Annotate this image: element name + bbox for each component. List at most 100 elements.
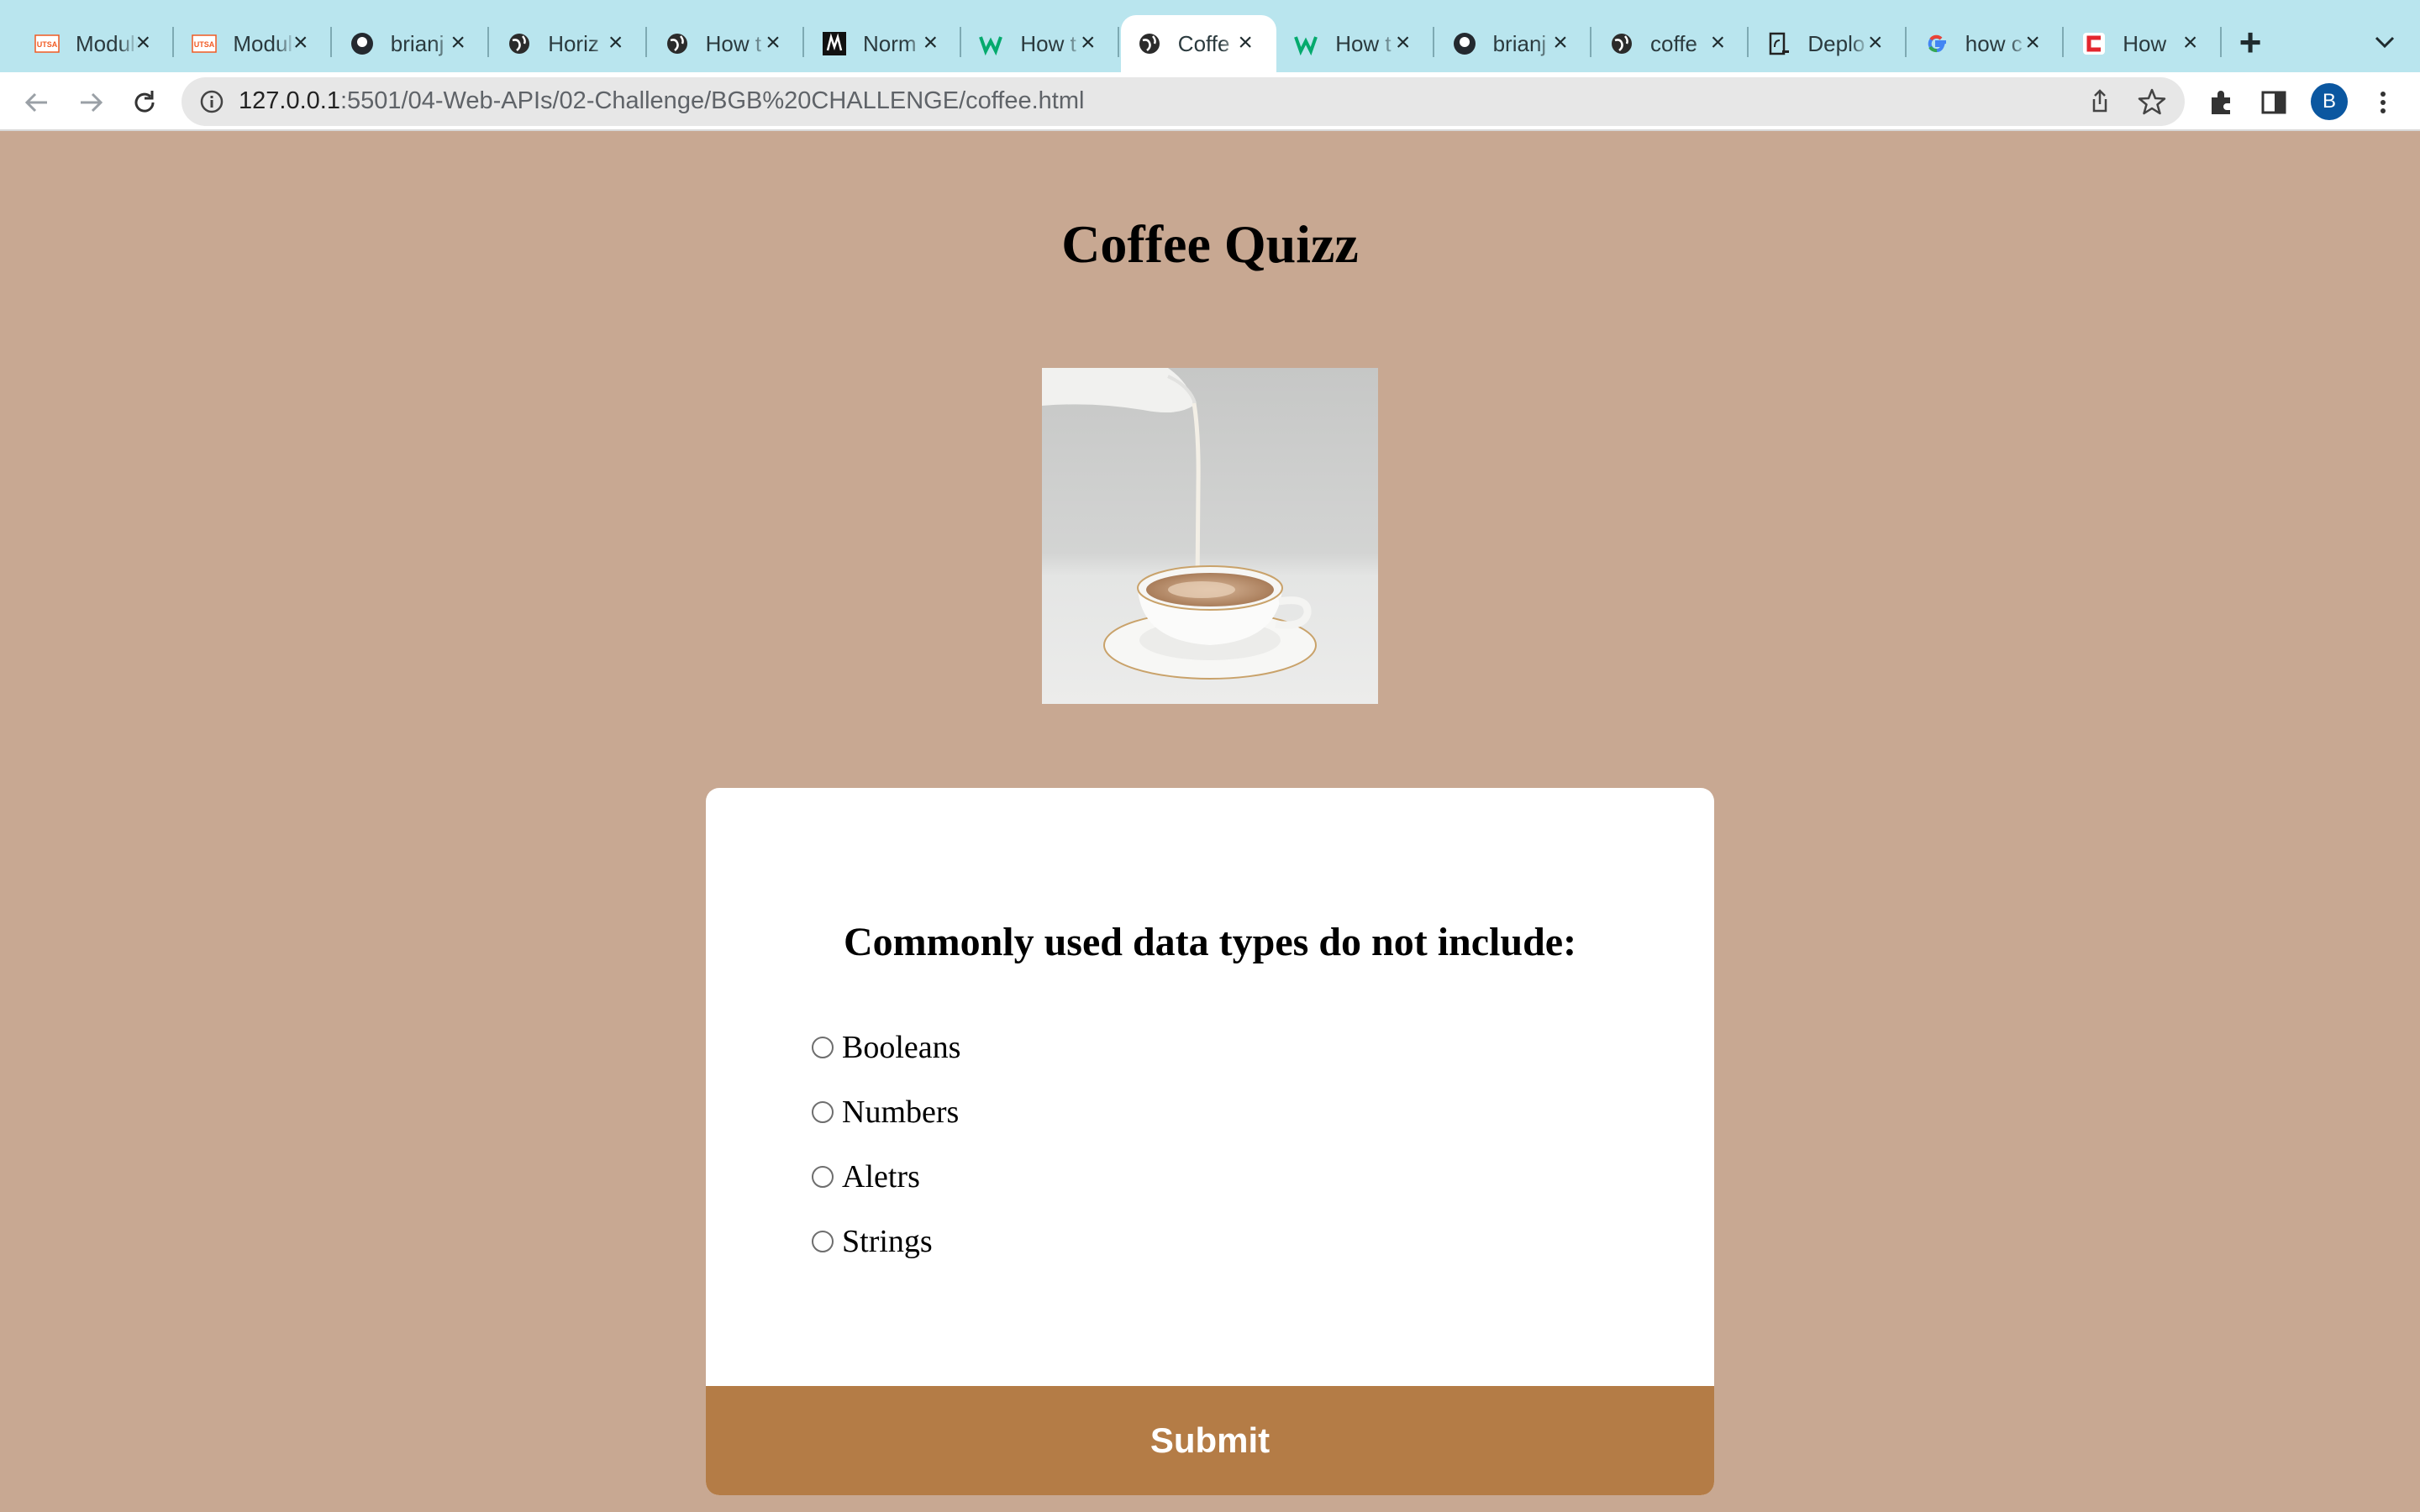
browser-tab[interactable]: Norm × xyxy=(806,15,962,72)
browser-tab[interactable]: Coffe × xyxy=(1120,15,1277,72)
bookmark-star-icon[interactable] xyxy=(2136,86,2168,118)
tab-title: How t xyxy=(705,30,762,56)
tab-title: Module xyxy=(233,30,295,56)
browser-tab[interactable]: coffe × xyxy=(1593,15,1749,72)
tab-divider xyxy=(487,27,490,57)
m-logo-icon xyxy=(821,30,848,57)
tab-divider xyxy=(1117,27,1119,57)
tab-divider xyxy=(1589,27,1591,57)
answer-option[interactable]: Numbers xyxy=(812,1079,960,1144)
tab-divider xyxy=(2062,27,2065,57)
close-tab-icon[interactable]: × xyxy=(2020,30,2045,55)
page-content: Coffee Quizz Commonly used data types do… xyxy=(0,133,2420,1512)
close-tab-icon[interactable]: × xyxy=(1076,30,1101,55)
forward-arrow-icon xyxy=(81,92,103,113)
side-panel-icon[interactable] xyxy=(2257,86,2291,119)
tab-divider xyxy=(329,27,332,57)
address-bar[interactable]: 127.0.0.1:5501/04-Web-APIs/02-Challenge/… xyxy=(182,77,2185,126)
utsa-icon: UTSA xyxy=(191,30,218,57)
globe-icon xyxy=(664,30,691,57)
tab-divider xyxy=(172,27,175,57)
radio-button[interactable] xyxy=(812,1165,834,1188)
browser-tab[interactable]: Horiz × xyxy=(491,15,647,72)
w3schools-icon xyxy=(978,30,1005,57)
browser-tab[interactable]: UTSA Module× xyxy=(18,15,175,72)
radio-button[interactable] xyxy=(812,1100,834,1123)
tab-title: Norm xyxy=(863,30,917,56)
close-tab-icon[interactable]: × xyxy=(760,30,786,55)
tab-strip: UTSAModule×UTSAModule×brianj×Horiz×How t… xyxy=(0,0,2420,72)
menu-kebab-icon[interactable] xyxy=(2366,86,2400,119)
close-tab-icon[interactable]: × xyxy=(1863,30,1888,55)
tab-title: brianj xyxy=(1492,30,1547,56)
close-tab-icon[interactable]: × xyxy=(1705,30,1730,55)
tab-divider xyxy=(1432,27,1434,57)
browser-tab[interactable]: Deplo × xyxy=(1750,15,1907,72)
tab-title: How xyxy=(2123,30,2167,56)
reload-icon xyxy=(134,91,155,113)
back-arrow-icon xyxy=(24,92,47,113)
browser-tab[interactable]: How t × xyxy=(1278,15,1434,72)
tab-divider xyxy=(1904,27,1907,57)
answer-option[interactable]: Booleans xyxy=(812,1015,960,1079)
answer-option[interactable]: Aletrs xyxy=(812,1144,960,1209)
tab-divider xyxy=(644,27,647,57)
deploy-icon xyxy=(1765,30,1792,57)
globe-icon xyxy=(1608,30,1635,57)
url-text[interactable]: 127.0.0.1:5501/04-Web-APIs/02-Challenge/… xyxy=(239,87,1084,115)
radio-button[interactable] xyxy=(812,1036,834,1058)
tab-title: Deplo xyxy=(1807,30,1865,56)
answer-option-label: Numbers xyxy=(842,1094,960,1130)
answer-option-label: Aletrs xyxy=(842,1158,920,1194)
github-icon xyxy=(349,30,376,57)
github-icon xyxy=(1451,30,1478,57)
coffee-image xyxy=(1042,368,1378,704)
close-tab-icon[interactable]: × xyxy=(1548,30,1573,55)
site-info-icon[interactable] xyxy=(198,88,225,115)
profile-avatar[interactable]: B xyxy=(2311,83,2348,120)
close-tab-icon[interactable]: × xyxy=(603,30,629,55)
tab-title: Module xyxy=(76,30,138,56)
reload-button[interactable] xyxy=(126,84,163,121)
svg-text:UTSA: UTSA xyxy=(194,40,215,49)
close-tab-icon[interactable]: × xyxy=(1233,30,1258,55)
tab-title: brianj xyxy=(390,30,445,56)
tab-title: How t xyxy=(1335,30,1392,56)
tab-search-chevron-icon[interactable] xyxy=(2368,25,2402,59)
back-button[interactable] xyxy=(18,84,55,121)
close-tab-icon[interactable]: × xyxy=(2178,30,2203,55)
tab-title: Horiz xyxy=(548,30,599,56)
browser-tab[interactable]: brianj × xyxy=(334,15,490,72)
submit-button[interactable]: Submit xyxy=(706,1386,1714,1495)
close-tab-icon[interactable]: × xyxy=(445,30,471,55)
close-tab-icon[interactable]: × xyxy=(1391,30,1416,55)
google-icon xyxy=(1923,30,1950,57)
red-c-icon xyxy=(2081,30,2107,57)
tab-divider xyxy=(2219,27,2222,57)
answer-option-label: Booleans xyxy=(842,1029,961,1065)
globe-icon xyxy=(1136,30,1163,57)
close-tab-icon[interactable]: × xyxy=(130,30,155,55)
quiz-question: Commonly used data types do not include: xyxy=(843,920,1577,964)
browser-tab[interactable]: How × xyxy=(2065,15,2222,72)
answer-options: Booleans Numbers Aletrs Strings xyxy=(812,1015,960,1273)
tab-divider xyxy=(1747,27,1749,57)
extensions-puzzle-icon[interactable] xyxy=(2205,86,2238,119)
browser-tab[interactable]: How t × xyxy=(963,15,1119,72)
tab-divider xyxy=(802,27,804,57)
browser-tab[interactable]: How t × xyxy=(649,15,804,72)
w3schools-icon xyxy=(1293,30,1320,57)
forward-button[interactable] xyxy=(72,84,109,121)
close-tab-icon[interactable]: × xyxy=(918,30,943,55)
browser-tab[interactable]: brianj × xyxy=(1436,15,1591,72)
new-tab-button[interactable]: + xyxy=(2232,23,2269,62)
tab-title: Coffe xyxy=(1177,30,1230,56)
browser-tab[interactable]: UTSA Module× xyxy=(176,15,332,72)
close-tab-icon[interactable]: × xyxy=(288,30,313,55)
answer-option[interactable]: Strings xyxy=(812,1209,960,1273)
quiz-card: Commonly used data types do not include:… xyxy=(706,788,1714,1495)
browser-tab[interactable]: how c × xyxy=(1908,15,2065,72)
share-icon[interactable] xyxy=(2086,87,2114,116)
answer-option-label: Strings xyxy=(842,1223,933,1259)
radio-button[interactable] xyxy=(812,1230,834,1252)
